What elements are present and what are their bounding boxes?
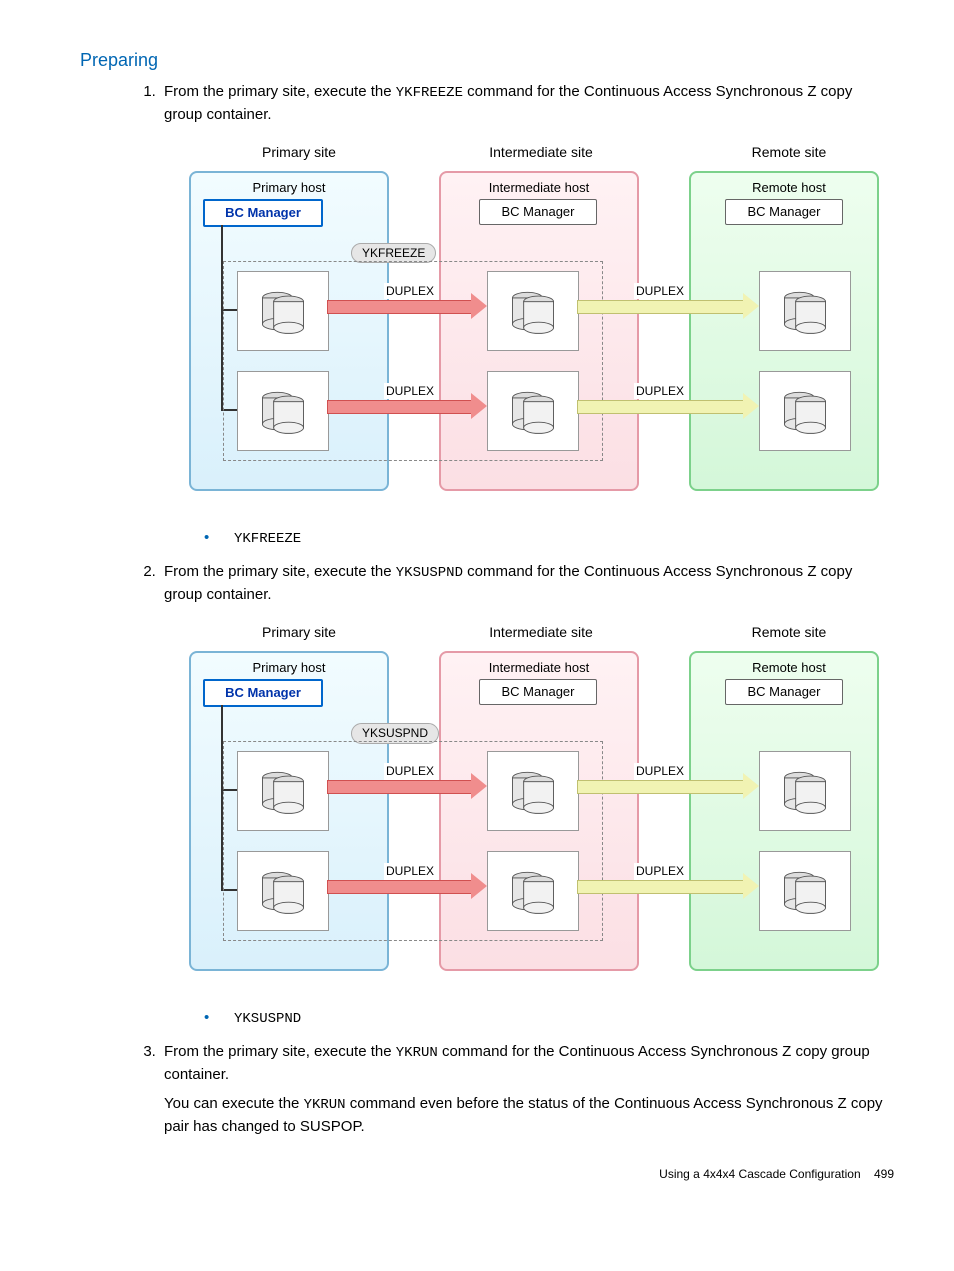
inline-command: YKRUN: [304, 1097, 346, 1113]
bullet-item: YKFREEZE: [204, 527, 894, 550]
pair-state-label: DUPLEX: [384, 283, 436, 300]
page-number: 499: [874, 1167, 894, 1181]
command-bullets: YKSUSPND: [164, 1007, 894, 1030]
step-3-extra: You can execute the YKRUN command even b…: [164, 1093, 894, 1137]
storage-icon: [237, 751, 329, 831]
footer-text: Using a 4x4x4 Cascade Configuration: [659, 1167, 860, 1181]
storage-icon: [487, 371, 579, 451]
label-remote-host: Remote host: [729, 659, 849, 677]
storage-icon: [487, 271, 579, 351]
pair-state-label: DUPLEX: [384, 863, 436, 880]
bullet-command: YKSUSPND: [234, 1011, 301, 1027]
label-primary-host: Primary host: [229, 659, 349, 677]
page-footer: Using a 4x4x4 Cascade Configuration 499: [60, 1167, 894, 1181]
step-3-text: From the primary site, execute the YKRUN…: [164, 1043, 870, 1083]
pair-state-label: DUPLEX: [634, 763, 686, 780]
storage-icon: [237, 371, 329, 451]
label-remote-host: Remote host: [729, 179, 849, 197]
label-primary-site: Primary site: [239, 623, 359, 643]
storage-icon: [487, 851, 579, 931]
step-list: From the primary site, execute the YKFRE…: [160, 81, 894, 1137]
pair-state-label: DUPLEX: [634, 863, 686, 880]
pair-state-label: DUPLEX: [634, 283, 686, 300]
step-2: From the primary site, execute the YKSUS…: [160, 561, 894, 1029]
storage-icon: [759, 271, 851, 351]
step-2-text: From the primary site, execute the YKSUS…: [164, 563, 852, 603]
label-remote-site: Remote site: [729, 143, 849, 163]
label-intermediate-host: Intermediate host: [479, 659, 599, 677]
storage-icon: [759, 851, 851, 931]
bc-manager-remote: BC Manager: [725, 679, 843, 705]
text: From the primary site, execute the: [164, 83, 396, 100]
storage-icon: [237, 271, 329, 351]
bullet-command: YKFREEZE: [234, 531, 301, 547]
storage-icon: [237, 851, 329, 931]
label-intermediate-site: Intermediate site: [471, 623, 611, 643]
step-1: From the primary site, execute the YKFRE…: [160, 81, 894, 549]
text: From the primary site, execute the: [164, 563, 396, 580]
storage-icon: [487, 751, 579, 831]
step-3: From the primary site, execute the YKRUN…: [160, 1041, 894, 1136]
bc-manager-remote: BC Manager: [725, 199, 843, 225]
label-primary-site: Primary site: [239, 143, 359, 163]
text: You can execute the: [164, 1095, 304, 1112]
diagram-ykfreeze: Primary site Intermediate site Remote si…: [189, 143, 869, 503]
diagram-yksuspnd: Primary site Intermediate site Remote si…: [189, 623, 869, 983]
step-1-text: From the primary site, execute the YKFRE…: [164, 83, 852, 123]
label-intermediate-host: Intermediate host: [479, 179, 599, 197]
inline-command: YKFREEZE: [396, 85, 463, 101]
text: From the primary site, execute the: [164, 1043, 396, 1060]
label-intermediate-site: Intermediate site: [471, 143, 611, 163]
bullet-item: YKSUSPND: [204, 1007, 894, 1030]
label-remote-site: Remote site: [729, 623, 849, 643]
bc-manager-primary: BC Manager: [203, 199, 323, 227]
inline-command: YKRUN: [396, 1045, 438, 1061]
label-primary-host: Primary host: [229, 179, 349, 197]
pair-state-label: DUPLEX: [384, 763, 436, 780]
pair-state-label: DUPLEX: [384, 383, 436, 400]
storage-icon: [759, 371, 851, 451]
pair-state-label: DUPLEX: [634, 383, 686, 400]
storage-icon: [759, 751, 851, 831]
command-bullets: YKFREEZE: [164, 527, 894, 550]
bc-manager-intermediate: BC Manager: [479, 679, 597, 705]
bc-manager-intermediate: BC Manager: [479, 199, 597, 225]
section-heading: Preparing: [80, 50, 894, 71]
inline-command: YKSUSPND: [396, 565, 463, 581]
bc-manager-primary: BC Manager: [203, 679, 323, 707]
